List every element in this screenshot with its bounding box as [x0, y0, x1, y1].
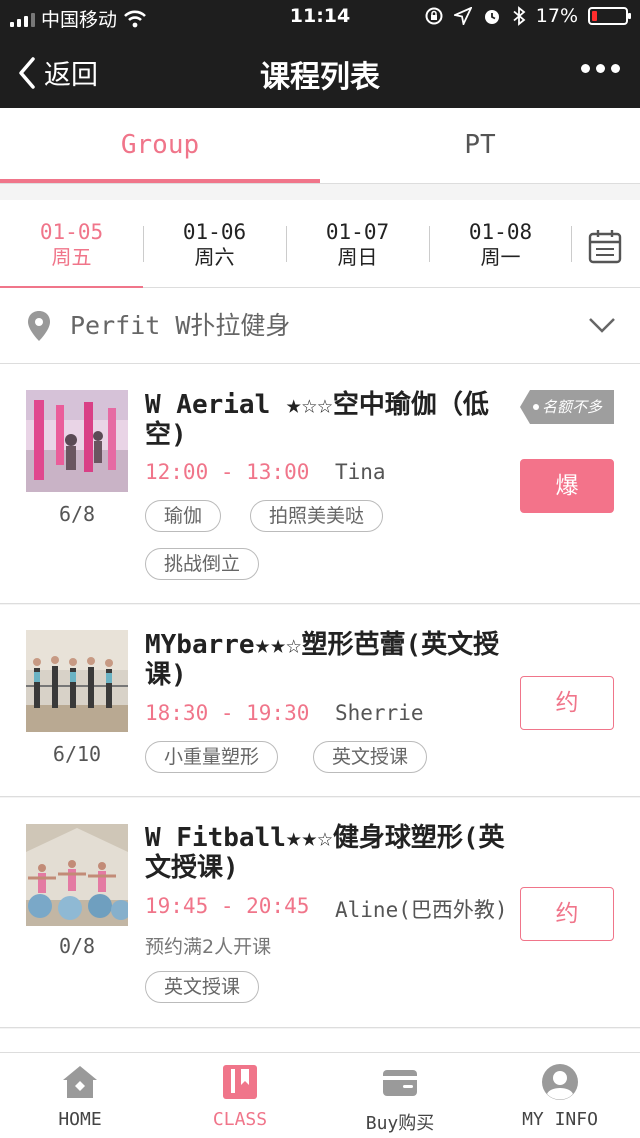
bottom-nav: HOME CLASS Buy购买 MY INFO: [0, 1052, 640, 1138]
course-title: W Aerial ★☆☆空中瑜伽（低空): [145, 390, 489, 450]
nav-label: CLASS: [212, 1109, 268, 1130]
tab-pt[interactable]: PT: [320, 108, 640, 184]
top-bar: 中国移动 11:14 17% 返回 课程列表: [0, 0, 640, 108]
home-icon: [63, 1066, 97, 1098]
battery-icon: [588, 7, 631, 25]
weekday-label: 周一: [480, 245, 521, 269]
date-label: 01-07: [325, 220, 390, 244]
nav-buy[interactable]: Buy购买: [320, 1053, 480, 1138]
date-label: 01-08: [468, 220, 533, 244]
status-right: 17%: [424, 5, 631, 27]
chevron-down-icon: [589, 318, 615, 333]
status-bar: 中国移动 11:14 17%: [0, 0, 640, 36]
course-time: 12:00 - 13:00: [145, 460, 310, 484]
wallet-icon: [383, 1070, 417, 1096]
tab-bar: Group PT: [0, 108, 640, 184]
course-time: 18:30 - 19:30: [145, 701, 310, 725]
rotation-lock-icon: [425, 7, 443, 25]
tag-chip[interactable]: 拍照美美哒: [250, 500, 384, 532]
location-selector[interactable]: Perfit W扑拉健身: [0, 288, 640, 364]
capacity-count: 6/8: [58, 502, 96, 526]
date-label: 01-06: [182, 220, 247, 244]
course-title: MYbarre★★☆塑形芭蕾(英文授课): [145, 630, 500, 690]
coach-name: Aline(巴西外教): [335, 898, 508, 922]
weekday-label: 周六: [194, 245, 235, 269]
book-button[interactable]: 约: [520, 887, 614, 941]
bluetooth-icon: [513, 6, 526, 26]
date-item-0106[interactable]: 01-06 周六: [143, 200, 286, 288]
nav-bar: 返回 课程列表: [0, 36, 640, 108]
capacity-count: 0/8: [58, 934, 96, 958]
location-pin-icon: [28, 311, 50, 341]
min-enrollment-note: 预约满2人开课: [145, 936, 272, 958]
date-label: 01-05: [39, 220, 104, 244]
location-arrow-icon: [453, 7, 472, 25]
tag-chip[interactable]: 瑜伽: [145, 500, 222, 532]
tab-indicator: [0, 179, 320, 183]
more-menu-icon[interactable]: [581, 64, 620, 73]
limited-spots-badge: 名额不多: [520, 390, 614, 424]
tab-group[interactable]: Group: [0, 108, 320, 184]
tag-chip[interactable]: 小重量塑形: [145, 741, 279, 773]
tag-chip[interactable]: 英文授课: [313, 741, 428, 773]
capacity-count: 6/10: [52, 742, 102, 766]
date-item-0108[interactable]: 01-08 周一: [429, 200, 572, 288]
date-divider: [571, 226, 572, 262]
battery-percent: 17%: [535, 5, 578, 27]
alarm-icon: [484, 10, 499, 24]
course-title: W Fitball★★☆健身球塑形(英文授课): [145, 823, 505, 883]
tag-chip[interactable]: 英文授课: [145, 971, 260, 1003]
course-thumbnail: [26, 390, 128, 492]
nav-home[interactable]: HOME: [0, 1053, 160, 1138]
full-button[interactable]: 爆: [520, 459, 614, 513]
book-button[interactable]: 约: [520, 676, 614, 730]
nav-label: MY INFO: [522, 1109, 598, 1130]
location-name: Perfit W扑拉健身: [70, 311, 291, 340]
course-time: 19:45 - 20:45: [145, 894, 310, 918]
nav-label: Buy购买: [365, 1113, 435, 1134]
back-label: 返回: [44, 60, 98, 91]
coach-name: Sherrie: [335, 701, 424, 725]
back-button[interactable]: 返回: [16, 53, 98, 92]
nav-my-info[interactable]: MY INFO: [480, 1053, 640, 1138]
chevron-left-icon: [19, 56, 35, 89]
course-thumbnail: [26, 630, 128, 732]
book-icon: [223, 1065, 257, 1099]
user-icon: [542, 1064, 578, 1100]
calendar-icon[interactable]: [588, 228, 622, 264]
course-thumbnail: [26, 824, 128, 926]
date-item-0107[interactable]: 01-07 周日: [286, 200, 429, 288]
date-selector: 01-05 周五 01-06 周六 01-07 周日 01-08 周一: [0, 200, 640, 289]
nav-class[interactable]: CLASS: [160, 1053, 320, 1138]
weekday-label: 周日: [337, 245, 378, 269]
nav-label: HOME: [58, 1109, 102, 1130]
coach-name: Tina: [335, 460, 386, 484]
tag-chip[interactable]: 挑战倒立: [145, 548, 260, 580]
weekday-label: 周五: [51, 245, 92, 269]
date-item-0105[interactable]: 01-05 周五: [0, 200, 143, 289]
